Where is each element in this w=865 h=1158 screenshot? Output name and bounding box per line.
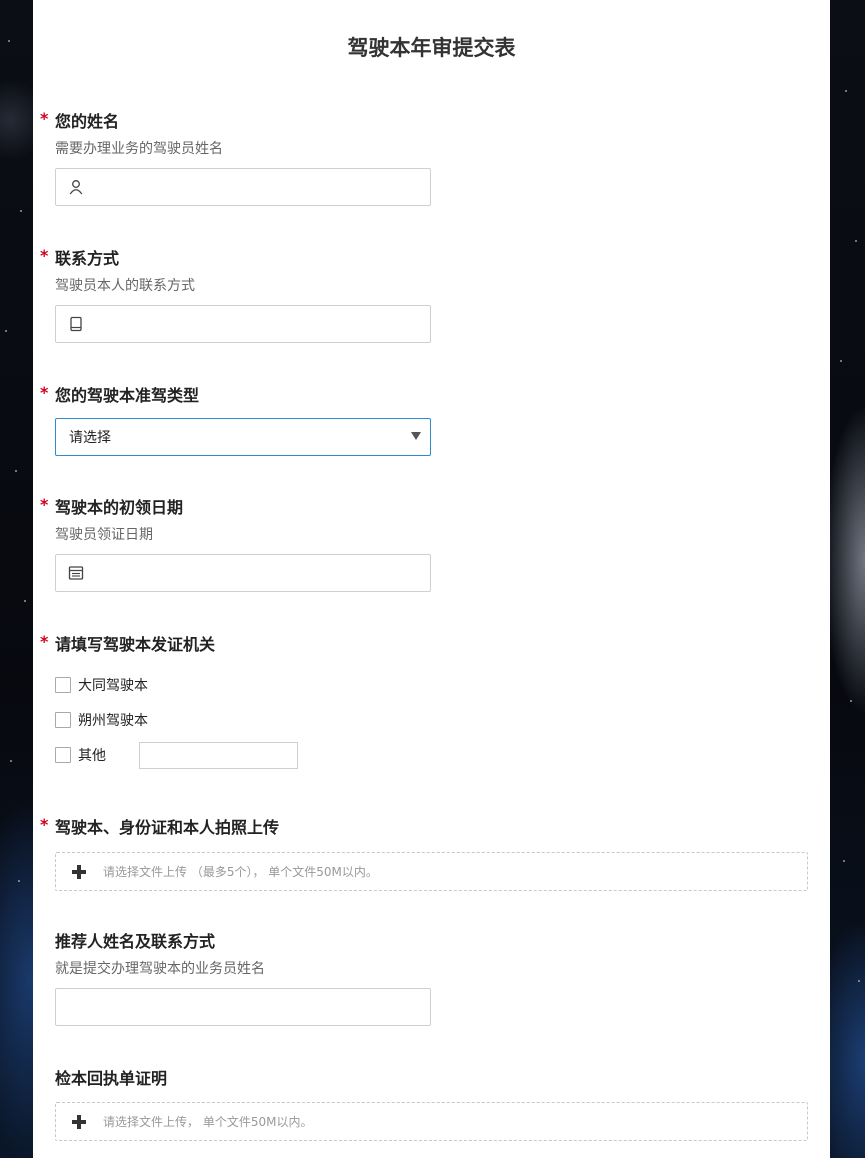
- first-date-input[interactable]: [55, 554, 431, 592]
- checkbox[interactable]: [55, 677, 71, 693]
- required-mark: *: [40, 383, 49, 402]
- required-mark: *: [40, 246, 49, 265]
- field-name-label: 您的姓名: [55, 112, 120, 131]
- field-license-type: * 您的驾驶本准驾类型 请选择: [40, 383, 815, 456]
- license-type-select[interactable]: 请选择: [55, 418, 431, 456]
- authority-options: 大同驾驶本 朔州驾驶本 其他: [55, 672, 815, 769]
- field-first-date-label-wrap: * 驾驶本的初领日期: [40, 495, 815, 518]
- calendar-icon: [68, 565, 84, 581]
- required-mark: *: [40, 495, 49, 514]
- checkbox[interactable]: [55, 747, 71, 763]
- contact-input[interactable]: [55, 305, 431, 343]
- plus-icon: [70, 863, 88, 881]
- field-name-desc: 需要办理业务的驾驶员姓名: [55, 141, 223, 157]
- field-first-date-label: 驾驶本的初领日期: [55, 498, 184, 517]
- dropdown-arrow-icon: [411, 432, 421, 440]
- field-license-type-label-wrap: * 您的驾驶本准驾类型: [40, 383, 815, 406]
- field-referrer-label: 推荐人姓名及联系方式: [55, 932, 216, 951]
- field-name-label-wrap: * 您的姓名: [40, 109, 815, 132]
- field-receipt-upload-label: 检本回执单证明: [55, 1069, 168, 1088]
- field-referrer-desc: 就是提交办理驾驶本的业务员姓名: [55, 961, 265, 977]
- receipt-upload-dropzone[interactable]: 请选择文件上传， 单个文件50M以内。: [55, 1102, 808, 1141]
- option-label: 朔州驾驶本: [78, 713, 148, 729]
- option-label: 其他: [78, 748, 106, 764]
- checkbox[interactable]: [55, 712, 71, 728]
- field-contact-label: 联系方式: [55, 249, 120, 268]
- authority-option-shuozhou[interactable]: 朔州驾驶本: [55, 707, 815, 733]
- field-referrer: 推荐人姓名及联系方式 就是提交办理驾驶本的业务员姓名: [55, 932, 815, 1026]
- field-photo-upload: * 驾驶本、身份证和本人拍照上传 请选择文件上传 （最多5个）， 单个文件50M…: [40, 815, 815, 891]
- photo-upload-hint: 请选择文件上传 （最多5个）， 单个文件50M以内。: [103, 865, 378, 879]
- field-authority: * 请填写驾驶本发证机关 大同驾驶本 朔州驾驶本 其他: [40, 632, 815, 777]
- field-first-date: * 驾驶本的初领日期 驾驶员领证日期: [40, 495, 815, 592]
- authority-option-datong[interactable]: 大同驾驶本: [55, 672, 815, 698]
- required-mark: *: [40, 815, 49, 834]
- field-contact: * 联系方式 驾驶员本人的联系方式: [40, 246, 815, 343]
- form-card: 驾驶本年审提交表 * 您的姓名 需要办理业务的驾驶员姓名 * 联系方式 驾驶员本…: [33, 0, 830, 1158]
- other-authority-input[interactable]: [139, 741, 298, 769]
- required-mark: *: [40, 632, 49, 651]
- field-first-date-desc: 驾驶员领证日期: [55, 527, 153, 543]
- field-license-type-label: 您的驾驶本准驾类型: [55, 386, 200, 405]
- form-title: 驾驶本年审提交表: [347, 36, 516, 60]
- license-type-selected: 请选择: [69, 430, 111, 446]
- field-contact-label-wrap: * 联系方式: [40, 246, 815, 269]
- referrer-input[interactable]: [55, 988, 431, 1026]
- field-receipt-upload: 检本回执单证明 请选择文件上传， 单个文件50M以内。: [55, 1069, 815, 1141]
- option-label: 大同驾驶本: [78, 678, 148, 694]
- name-input[interactable]: [55, 168, 431, 206]
- user-icon: [68, 179, 84, 195]
- field-photo-upload-label: 驾驶本、身份证和本人拍照上传: [55, 818, 280, 837]
- field-name: * 您的姓名 需要办理业务的驾驶员姓名: [40, 109, 815, 206]
- field-contact-desc: 驾驶员本人的联系方式: [55, 278, 195, 294]
- plus-icon: [70, 1113, 88, 1131]
- field-authority-label: 请填写驾驶本发证机关: [55, 635, 216, 654]
- required-mark: *: [40, 109, 49, 128]
- receipt-upload-hint: 请选择文件上传， 单个文件50M以内。: [103, 1115, 313, 1129]
- field-photo-upload-label-wrap: * 驾驶本、身份证和本人拍照上传: [40, 815, 815, 838]
- field-authority-label-wrap: * 请填写驾驶本发证机关: [40, 632, 815, 655]
- phone-icon: [68, 316, 84, 332]
- photo-upload-dropzone[interactable]: 请选择文件上传 （最多5个）， 单个文件50M以内。: [55, 852, 808, 891]
- authority-option-other[interactable]: 其他: [55, 741, 815, 769]
